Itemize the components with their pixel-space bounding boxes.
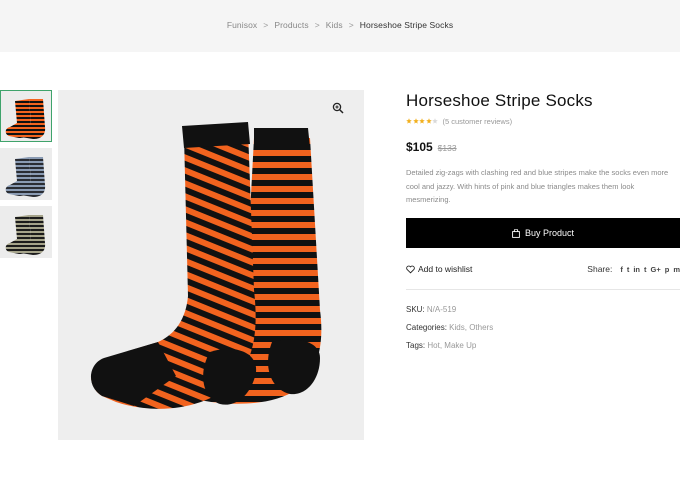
tag-link-make-up[interactable]: Make Up (444, 341, 476, 350)
thumbnail-front-sock (5, 215, 32, 254)
tag-link-hot[interactable]: Hot (427, 341, 439, 350)
current-price: $105 (406, 140, 433, 154)
category-separator: , (464, 323, 467, 332)
wishlist-label: Add to wishlist (418, 264, 473, 274)
star-empty-icon (432, 118, 438, 124)
sku-label: SKU: (406, 305, 425, 314)
reviews-count-link[interactable]: (5 customer reviews) (443, 117, 513, 126)
category-link-kids[interactable]: Kids (449, 323, 465, 332)
breadcrumb-separator: > (314, 20, 320, 30)
rating-stars (406, 118, 439, 124)
thumbnail-front-sock (5, 157, 32, 196)
wishlist-share-row: Add to wishlist Share: f t in t G+ p m (406, 262, 680, 276)
sku-row: SKU: N/A-519 (406, 305, 680, 323)
email-icon[interactable]: m (673, 265, 680, 274)
thumbnail-sock-image (5, 157, 46, 197)
thumbnail-blue-grey[interactable] (0, 148, 52, 200)
star-filled-icon (419, 118, 425, 124)
product-rating[interactable]: (5 customer reviews) (406, 116, 680, 126)
thumbnail-olive-black[interactable] (0, 206, 52, 258)
breadcrumb-link-products[interactable]: Products (274, 20, 308, 30)
share-links: Share: f t in t G+ p m (587, 264, 680, 274)
divider (406, 289, 680, 290)
category-link-others[interactable]: Others (469, 323, 493, 332)
zoom-icon[interactable] (332, 102, 344, 114)
heart-icon (406, 265, 415, 273)
thumbnail-gallery (0, 90, 54, 264)
facebook-icon[interactable]: f (620, 265, 623, 274)
product-description: Detailed zig-zags with clashing red and … (406, 168, 669, 204)
star-filled-icon (425, 118, 432, 124)
breadcrumb-link-home[interactable]: Funisox (227, 20, 257, 30)
google-plus-icon[interactable]: G+ (651, 265, 661, 274)
breadcrumb-separator: > (263, 20, 269, 30)
product-meta: SKU: N/A-519 Categories: Kids, Others Ta… (406, 305, 680, 359)
price-row: $105 $133 (406, 140, 680, 154)
star-filled-icon (412, 118, 419, 124)
categories-label: Categories: (406, 323, 447, 332)
categories-row: Categories: Kids, Others (406, 323, 680, 341)
thumbnail-sock-image (5, 215, 46, 255)
product-title: Horseshoe Stripe Socks (406, 91, 593, 110)
buy-product-button[interactable]: Buy Product (406, 218, 680, 248)
front-sock (90, 122, 257, 409)
shopping-bag-icon (512, 228, 520, 238)
product-main-image[interactable] (58, 90, 364, 440)
star-filled-icon (406, 118, 412, 124)
linkedin-icon[interactable]: in (633, 265, 640, 274)
add-to-wishlist-button[interactable]: Add to wishlist (406, 264, 472, 274)
thumbnail-front-sock (5, 99, 32, 138)
buy-product-label: Buy Product (524, 228, 575, 238)
striped-socks-image (90, 122, 322, 409)
breadcrumb-current: Horseshoe Stripe Socks (359, 20, 454, 30)
thumbnail-sock-image (5, 99, 46, 139)
twitter-icon[interactable]: t (627, 265, 630, 274)
sku-value: N/A-519 (426, 305, 457, 314)
tags-label: Tags: (406, 341, 426, 350)
share-label: Share: (587, 264, 613, 274)
tumblr-icon[interactable]: t (644, 265, 647, 274)
breadcrumb-bar: Funisox > Products > Kids > Horseshoe Stripe S… (0, 0, 680, 52)
breadcrumb-separator: > (348, 20, 354, 30)
thumbnail-orange-black[interactable] (0, 90, 52, 142)
product-info: Horseshoe Stripe Socks (5 customer revie… (406, 90, 680, 207)
tags-row: Tags: Hot, Make Up (406, 341, 680, 359)
tag-separator: , (439, 341, 443, 350)
breadcrumb-link-kids[interactable]: Kids (326, 20, 343, 30)
old-price: $133 (437, 143, 457, 153)
breadcrumb: Funisox > Products > Kids > Horseshoe Stripe S… (0, 20, 680, 30)
pinterest-icon[interactable]: p (665, 265, 670, 274)
